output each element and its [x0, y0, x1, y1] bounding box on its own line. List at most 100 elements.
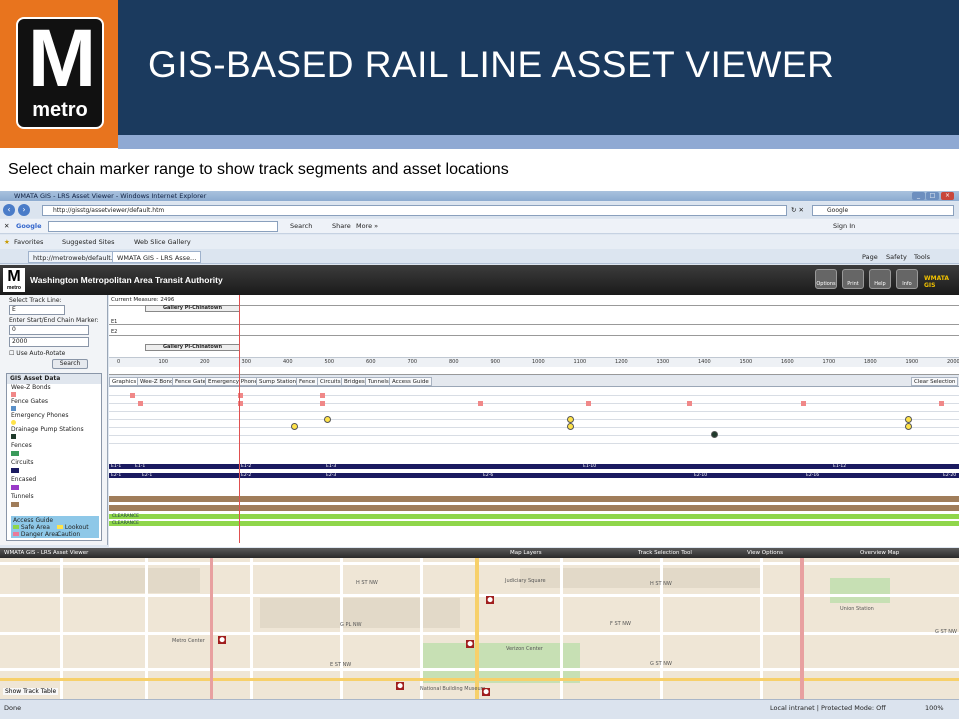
- circuit-label: E1-1: [135, 464, 146, 469]
- help-button[interactable]: Help: [869, 269, 891, 289]
- address-bar[interactable]: http://gisstg/assetviewer/default.htm: [42, 205, 787, 216]
- legend-safe-area-text: Safe Area: [20, 524, 50, 531]
- suggested-sites-link[interactable]: Suggested Sites: [62, 237, 115, 247]
- legend-swatch-tunnels: [11, 502, 19, 507]
- wee-z-marker[interactable]: [478, 401, 483, 406]
- circuit-bar-e1[interactable]: [109, 464, 959, 469]
- map-road: [0, 668, 959, 671]
- circuit-bar-e2[interactable]: [109, 473, 959, 478]
- map-pin[interactable]: ⬤: [466, 640, 474, 648]
- favorites-bar: ★ Favorites Suggested Sites Web Slice Ga…: [0, 235, 959, 249]
- wee-z-marker[interactable]: [801, 401, 806, 406]
- tab-emergency-phones[interactable]: Emergency Phones: [205, 377, 264, 386]
- tab-fence-gate[interactable]: Fence Gate: [172, 377, 210, 386]
- start-chain-input[interactable]: 0: [9, 325, 89, 335]
- show-track-table-button[interactable]: Show Track Table: [3, 688, 59, 695]
- tools-menu[interactable]: Tools: [914, 252, 930, 262]
- map-header: WMATA GIS - LRS Asset Viewer Map Layers …: [0, 548, 959, 558]
- auto-rotate-checkbox[interactable]: ☐ Use Auto-Rotate: [9, 350, 65, 357]
- close-toolbar-icon[interactable]: ✕: [4, 221, 9, 231]
- search-button[interactable]: Search: [52, 359, 88, 369]
- tunnel-bar-1[interactable]: [109, 496, 959, 502]
- legend-fences: Fences: [11, 442, 32, 449]
- phone-marker[interactable]: [567, 416, 574, 423]
- map-label: Judiciary Square: [505, 578, 546, 584]
- safety-menu[interactable]: Safety: [886, 252, 907, 262]
- track-select[interactable]: E: [9, 305, 65, 315]
- tab-bridges[interactable]: Bridges: [341, 377, 368, 386]
- forward-icon[interactable]: ›: [18, 204, 30, 216]
- header-strip: [118, 135, 959, 149]
- tab-wee-z-bond[interactable]: Wee-Z Bond: [137, 377, 177, 386]
- asset-grid[interactable]: E1-1 E1-1 E1-2 E1-3 E1-10 E1-12 E2-1 E2-…: [109, 387, 959, 547]
- map-pin[interactable]: ⬤: [482, 688, 490, 696]
- wee-z-marker[interactable]: [130, 393, 135, 398]
- close-button[interactable]: ×: [941, 192, 954, 200]
- tab-graphics[interactable]: Graphics: [109, 377, 140, 386]
- ruler-tick: 1100: [573, 359, 587, 365]
- favorites-button[interactable]: Favorites: [14, 237, 43, 247]
- legend-danger-area-text: Danger Area: [20, 531, 59, 538]
- wee-z-marker[interactable]: [687, 401, 692, 406]
- map-layers-tab[interactable]: Map Layers: [510, 548, 542, 558]
- tunnel-bar-2[interactable]: [109, 505, 959, 511]
- wee-z-marker[interactable]: [138, 401, 143, 406]
- map-pin[interactable]: ⬤: [396, 682, 404, 690]
- page-menu[interactable]: Page: [862, 252, 878, 262]
- view-options-tab[interactable]: View Options: [747, 548, 783, 558]
- map-pin[interactable]: ⬤: [486, 596, 494, 604]
- google-search-input[interactable]: [48, 221, 278, 232]
- legend-tunnels: Tunnels: [11, 493, 34, 500]
- minimize-button[interactable]: _: [912, 192, 925, 200]
- ruler-tick: 1600: [781, 359, 794, 365]
- print-button[interactable]: Print: [842, 269, 864, 289]
- track-line-e1: [109, 324, 959, 325]
- phone-marker[interactable]: [567, 423, 574, 430]
- map-road: [0, 562, 959, 565]
- station-top[interactable]: Gallery Pl-Chinatown: [145, 305, 240, 312]
- options-button[interactable]: Options: [815, 269, 837, 289]
- info-button[interactable]: Info: [896, 269, 918, 289]
- clearance-bar-2[interactable]: [109, 521, 959, 526]
- tab-circuits[interactable]: Circuits: [317, 377, 344, 386]
- clear-selection-button[interactable]: Clear Selection: [911, 377, 959, 386]
- wee-z-marker[interactable]: [320, 393, 325, 398]
- browser-search-input[interactable]: Google: [812, 205, 954, 216]
- phone-marker[interactable]: [291, 423, 298, 430]
- legend-access-guide: Access Guide: [13, 517, 54, 524]
- google-search-button[interactable]: Search: [290, 221, 312, 231]
- clearance-bar-1[interactable]: [109, 514, 959, 519]
- tab-wmata-gis[interactable]: WMATA GIS - LRS Asse...: [112, 251, 202, 263]
- wee-z-marker[interactable]: [586, 401, 591, 406]
- overview-map-tab[interactable]: Overview Map: [860, 548, 899, 558]
- tab-fence[interactable]: Fence: [296, 377, 319, 386]
- sign-in-button[interactable]: Sign In: [833, 221, 855, 231]
- maximize-button[interactable]: □: [926, 192, 939, 200]
- wee-z-marker[interactable]: [939, 401, 944, 406]
- grid-line: [109, 419, 959, 420]
- app-logo: Mmetro: [3, 268, 25, 292]
- more-button[interactable]: More »: [356, 221, 378, 231]
- map-view[interactable]: H ST NW H ST NW G PL NW G ST NW E ST NW …: [0, 558, 959, 699]
- current-measure-line[interactable]: [239, 295, 240, 543]
- phone-marker[interactable]: [905, 423, 912, 430]
- pump-station-marker[interactable]: [711, 431, 718, 438]
- phone-marker[interactable]: [905, 416, 912, 423]
- back-icon[interactable]: ‹: [3, 204, 15, 216]
- zoom-level[interactable]: 100%: [925, 703, 944, 713]
- tab-access-guide[interactable]: Access Guide: [389, 377, 432, 386]
- web-slice-link[interactable]: Web Slice Gallery: [134, 237, 191, 247]
- refresh-icon[interactable]: ↻ ✕: [791, 205, 804, 215]
- chain-marker-ruler[interactable]: 0 100 200 300 400 500 600 700 800 900 1000 1100 1200…: [109, 357, 959, 367]
- end-chain-input[interactable]: 2000: [9, 337, 89, 347]
- track-selection-tool-tab[interactable]: Track Selection Tool: [638, 548, 692, 558]
- phone-marker[interactable]: [324, 416, 331, 423]
- station-bottom[interactable]: Gallery Pl-Chinatown: [145, 344, 240, 351]
- share-button[interactable]: Share: [332, 221, 351, 231]
- legend-safe-area: Safe Area: [13, 524, 50, 531]
- circuit-label: E2-16: [806, 473, 820, 478]
- map-pin[interactable]: ⬤: [218, 636, 226, 644]
- wee-z-marker[interactable]: [320, 401, 325, 406]
- map-label: G PL NW: [340, 622, 362, 628]
- tab-tunnels[interactable]: Tunnels: [365, 377, 392, 386]
